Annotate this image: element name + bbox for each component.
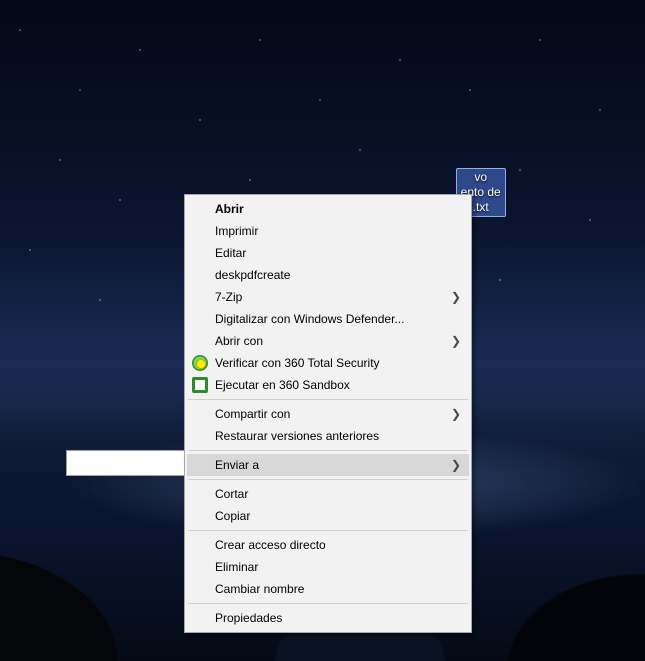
menu-item-7zip[interactable]: 7-Zip ❯ — [187, 286, 469, 308]
menu-item-print[interactable]: Imprimir — [187, 220, 469, 242]
menu-item-create-shortcut[interactable]: Crear acceso directo — [187, 534, 469, 556]
menu-item-label: Abrir — [215, 202, 244, 216]
menu-separator — [188, 603, 468, 604]
menu-item-360-sandbox[interactable]: Ejecutar en 360 Sandbox — [187, 374, 469, 396]
menu-separator — [188, 399, 468, 400]
submenu-arrow-icon: ❯ — [451, 407, 461, 421]
menu-item-label: 7-Zip — [215, 290, 242, 304]
submenu-arrow-icon: ❯ — [451, 290, 461, 304]
menu-item-deskpdfcreate[interactable]: deskpdfcreate — [187, 264, 469, 286]
menu-item-send-to[interactable]: Enviar a ❯ — [187, 454, 469, 476]
menu-item-copy[interactable]: Copiar — [187, 505, 469, 527]
menu-item-share-with[interactable]: Compartir con ❯ — [187, 403, 469, 425]
submenu-arrow-icon: ❯ — [451, 334, 461, 348]
menu-item-label: Digitalizar con Windows Defender... — [215, 312, 404, 326]
menu-separator — [188, 479, 468, 480]
menu-item-restore-versions[interactable]: Restaurar versiones anteriores — [187, 425, 469, 447]
menu-item-label: deskpdfcreate — [215, 268, 290, 282]
menu-item-properties[interactable]: Propiedades — [187, 607, 469, 629]
menu-item-label: Cambiar nombre — [215, 582, 304, 596]
menu-item-open-with[interactable]: Abrir con ❯ — [187, 330, 469, 352]
menu-item-delete[interactable]: Eliminar — [187, 556, 469, 578]
menu-item-label: Cortar — [215, 487, 248, 501]
menu-item-edit[interactable]: Editar — [187, 242, 469, 264]
menu-item-label: Restaurar versiones anteriores — [215, 429, 379, 443]
menu-separator — [188, 530, 468, 531]
menu-item-label: Imprimir — [215, 224, 258, 238]
menu-item-label: Copiar — [215, 509, 250, 523]
menu-item-rename[interactable]: Cambiar nombre — [187, 578, 469, 600]
menu-item-defender-scan[interactable]: Digitalizar con Windows Defender... — [187, 308, 469, 330]
background-window-fragment — [66, 450, 186, 476]
menu-item-label: Propiedades — [215, 611, 282, 625]
menu-item-label: Crear acceso directo — [215, 538, 326, 552]
desktop-wallpaper[interactable]: ✓ vo ento de .txt Abrir Imprimir Editar … — [0, 0, 645, 661]
menu-item-360-verify[interactable]: Verificar con 360 Total Security — [187, 352, 469, 374]
menu-item-cut[interactable]: Cortar — [187, 483, 469, 505]
menu-item-label: Enviar a — [215, 458, 259, 472]
menu-item-label: Verificar con 360 Total Security — [215, 356, 380, 370]
menu-item-label: Compartir con — [215, 407, 290, 421]
menu-item-open[interactable]: Abrir — [187, 198, 469, 220]
360-sandbox-icon — [192, 377, 208, 393]
menu-item-label: Eliminar — [215, 560, 258, 574]
menu-item-label: Ejecutar en 360 Sandbox — [215, 378, 350, 392]
menu-item-label: Abrir con — [215, 334, 263, 348]
360-verify-icon — [192, 355, 208, 371]
file-context-menu: Abrir Imprimir Editar deskpdfcreate 7-Zi… — [184, 194, 472, 633]
menu-item-label: Editar — [215, 246, 246, 260]
menu-separator — [188, 450, 468, 451]
submenu-arrow-icon: ❯ — [451, 458, 461, 472]
